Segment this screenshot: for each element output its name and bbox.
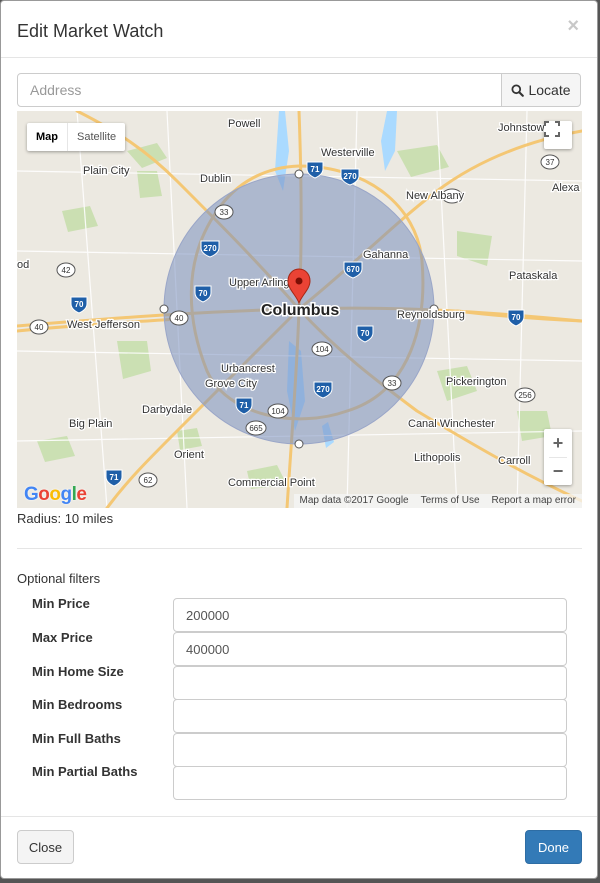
svg-text:71: 71	[110, 473, 119, 482]
map-type-control: Map Satellite	[27, 123, 126, 151]
max-price-label: Max Price	[32, 630, 93, 645]
svg-text:270: 270	[343, 172, 357, 181]
search-icon	[511, 83, 525, 97]
place-label: Big Plain	[69, 418, 112, 430]
fullscreen-icon[interactable]	[544, 121, 572, 149]
zoom-control: + −	[544, 429, 572, 485]
min-price-input[interactable]	[173, 598, 567, 632]
svg-text:665: 665	[249, 424, 263, 433]
place-label: Canal Winchester	[408, 418, 495, 430]
place-label: od	[17, 259, 29, 271]
min-price-label: Min Price	[32, 596, 90, 611]
svg-text:71: 71	[240, 401, 249, 410]
svg-text:62: 62	[144, 476, 153, 485]
place-label: Pataskala	[509, 270, 558, 282]
place-label: Westerville	[321, 147, 375, 159]
svg-text:42: 42	[62, 266, 71, 275]
close-button[interactable]: Close	[17, 830, 74, 864]
min-full-baths-input[interactable]	[173, 733, 567, 767]
max-price-input[interactable]	[173, 632, 567, 666]
terms-link[interactable]: Terms of Use	[421, 494, 480, 508]
radius-handle	[159, 304, 169, 314]
map[interactable]: 71 270 270 670 70 70 70 70 270 71 71 37 …	[17, 111, 582, 508]
svg-text:33: 33	[388, 379, 397, 388]
svg-text:270: 270	[203, 244, 217, 253]
footer-divider	[1, 816, 597, 817]
dialog-title: Edit Market Watch	[17, 21, 164, 41]
place-label: Powell	[228, 118, 260, 130]
svg-text:70: 70	[512, 313, 521, 322]
svg-text:37: 37	[546, 158, 555, 167]
place-label: Grove City	[205, 378, 257, 390]
svg-text:70: 70	[75, 300, 84, 309]
min-bedrooms-input[interactable]	[173, 699, 567, 733]
place-label: Orient	[174, 449, 204, 461]
svg-text:270: 270	[316, 385, 330, 394]
min-full-baths-label: Min Full Baths	[32, 731, 121, 746]
place-label: West Jefferson	[67, 319, 140, 331]
place-label: Plain City	[83, 165, 130, 177]
report-error-link[interactable]: Report a map error	[492, 494, 576, 508]
google-logo[interactable]: Google	[24, 484, 87, 506]
place-label: Darbydale	[142, 404, 192, 416]
min-partial-baths-label: Min Partial Baths	[32, 764, 138, 779]
filter-row-min-partial-baths: Min Partial Baths	[32, 764, 567, 800]
min-bedrooms-label: Min Bedrooms	[32, 697, 123, 712]
filters-heading: Optional filters	[17, 571, 101, 586]
map-data-credit: Map data ©2017 Google	[299, 495, 409, 506]
svg-text:40: 40	[175, 314, 184, 323]
place-label: New Albany	[406, 190, 465, 202]
radius-handle	[294, 439, 304, 449]
svg-text:71: 71	[311, 165, 320, 174]
min-home-size-label: Min Home Size	[32, 664, 124, 679]
place-label: Commercial Point	[228, 477, 315, 489]
satellite-tab[interactable]: Satellite	[68, 123, 125, 151]
svg-text:104: 104	[315, 345, 329, 354]
place-label: Reynoldsburg	[397, 309, 465, 321]
section-divider	[17, 548, 582, 549]
filter-row-min-full-baths: Min Full Baths	[32, 731, 567, 767]
address-input[interactable]	[17, 73, 502, 107]
filter-row-max-price: Max Price	[32, 630, 567, 666]
place-label: Dublin	[200, 173, 231, 185]
svg-text:256: 256	[518, 391, 532, 400]
fullscreen-glyph	[544, 121, 560, 137]
done-button[interactable]: Done	[525, 830, 582, 864]
min-home-size-input[interactable]	[173, 666, 567, 700]
radius-readout: Radius: 10 miles	[17, 511, 114, 526]
locate-label: Locate	[528, 82, 571, 98]
place-label: Lithopolis	[414, 452, 461, 464]
filter-row-min-bedrooms: Min Bedrooms	[32, 697, 567, 733]
min-partial-baths-input[interactable]	[173, 766, 567, 800]
svg-text:33: 33	[220, 208, 229, 217]
dialog-header: Edit Market Watch ×	[1, 1, 597, 58]
place-label: Carroll	[498, 455, 530, 467]
place-label: Alexa	[552, 182, 580, 194]
filter-row-min-home-size: Min Home Size	[32, 664, 567, 700]
place-label: Urbancrest	[221, 363, 275, 375]
svg-text:40: 40	[35, 323, 44, 332]
svg-text:104: 104	[271, 407, 285, 416]
filter-row-min-price: Min Price	[32, 596, 567, 632]
place-label: Johnstown	[498, 122, 551, 134]
svg-text:70: 70	[199, 289, 208, 298]
radius-handle	[294, 169, 304, 179]
center-city-label: Columbus	[261, 302, 339, 319]
edit-market-watch-dialog: Edit Market Watch × Locate	[0, 0, 598, 879]
svg-text:70: 70	[361, 329, 370, 338]
map-canvas[interactable]: 71 270 270 670 70 70 70 70 270 71 71 37 …	[17, 111, 582, 508]
locate-button[interactable]: Locate	[501, 73, 581, 107]
map-tab[interactable]: Map	[27, 123, 68, 151]
place-label: Gahanna	[363, 249, 409, 261]
zoom-in-button[interactable]: +	[544, 429, 572, 457]
place-label: Pickerington	[446, 376, 507, 388]
svg-text:670: 670	[346, 265, 360, 274]
address-row: Locate	[17, 73, 581, 107]
zoom-out-button[interactable]: −	[544, 458, 572, 485]
close-icon[interactable]: ×	[567, 15, 579, 38]
map-attribution: Map data ©2017 Google Terms of Use Repor…	[294, 494, 582, 508]
